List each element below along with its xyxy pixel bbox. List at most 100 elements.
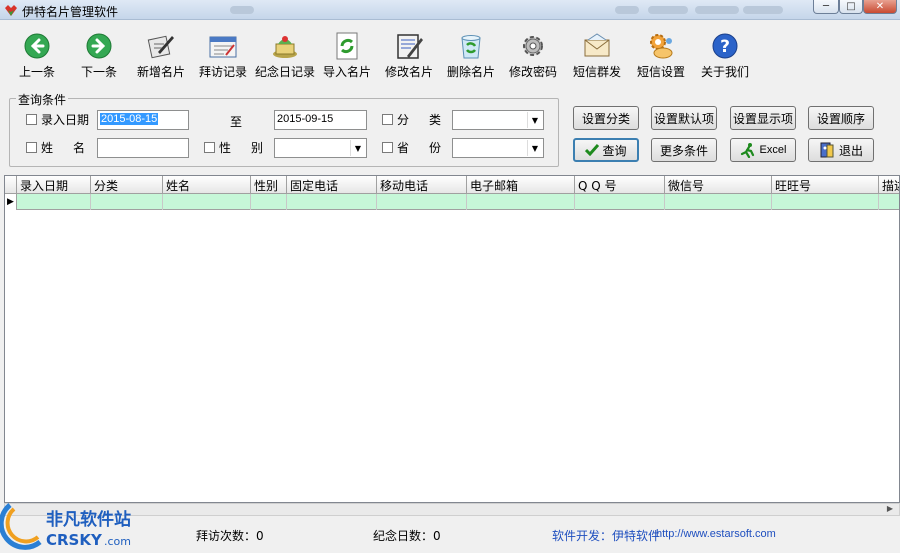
developer-website-link[interactable]: http://www.estarsoft.com — [656, 528, 776, 540]
table-cell[interactable] — [377, 194, 467, 210]
toolbar-label: 下一条 — [80, 65, 117, 79]
category-checkbox[interactable] — [382, 114, 393, 125]
import-card-button[interactable]: 导入名片 — [316, 31, 378, 83]
anniversary-icon — [269, 31, 301, 61]
gender-label-part: 性 — [219, 141, 232, 155]
edit-card-button[interactable]: 修改名片 — [378, 31, 440, 83]
watermark-chinese-text: 非凡软件站 — [46, 509, 131, 530]
set-order-button[interactable]: 设置顺序 — [808, 106, 874, 130]
toolbar-label: 纪念日记录 — [254, 65, 315, 79]
table-cell[interactable] — [575, 194, 665, 210]
gender-select[interactable]: ▼ — [274, 138, 367, 158]
query-button[interactable]: 查询 — [573, 138, 639, 162]
more-conditions-button[interactable]: 更多条件 — [651, 138, 717, 162]
window-title: 伊特名片管理软件 — [22, 5, 119, 19]
scroll-right-icon[interactable]: ▶ — [887, 504, 893, 513]
set-display-button[interactable]: 设置显示项 — [730, 106, 796, 130]
table-cell[interactable] — [287, 194, 377, 210]
excel-export-button[interactable]: Excel — [730, 138, 796, 162]
table-cell[interactable] — [163, 194, 251, 210]
toolbar-label: 修改密码 — [508, 65, 557, 79]
column-header[interactable]: 描述 — [879, 176, 899, 194]
table-cell[interactable] — [772, 194, 879, 210]
sms-settings-button[interactable]: 短信设置 — [630, 31, 692, 83]
toolbar-label: 新增名片 — [136, 65, 185, 79]
chevron-down-icon: ▼ — [527, 112, 542, 128]
sms-settings-icon — [645, 31, 677, 61]
column-header[interactable]: 移动电话 — [377, 176, 467, 194]
table-header: 录入日期 分类 姓名 性别 固定电话 移动电话 电子邮箱 Q Q 号 微信号 旺… — [5, 176, 899, 194]
exit-button[interactable]: 退出 — [808, 138, 874, 162]
toolbar-label: 短信设置 — [636, 65, 685, 79]
date-from-input[interactable]: 2015-08-15 — [97, 110, 189, 130]
bulk-sms-button[interactable]: 短信群发 — [566, 31, 628, 83]
category-label-part: 分 — [397, 113, 410, 127]
running-man-icon — [740, 143, 754, 158]
exit-button-label: 退出 — [838, 143, 863, 158]
blurred-region — [648, 6, 688, 14]
close-button[interactable]: ✕ — [863, 0, 897, 14]
column-header[interactable]: 分类 — [91, 176, 163, 194]
left-arrow-icon — [21, 31, 53, 61]
table-cell[interactable] — [665, 194, 772, 210]
current-row-arrow-icon: ▶ — [5, 194, 17, 210]
about-us-button[interactable]: ? 关于我们 — [694, 31, 756, 83]
visit-count-label: 拜访次数：0 — [196, 529, 264, 543]
checkmark-icon — [585, 144, 600, 156]
name-input[interactable] — [97, 138, 189, 158]
gender-checkbox[interactable] — [204, 142, 215, 153]
table-cell[interactable] — [17, 194, 91, 210]
help-icon: ? — [709, 31, 741, 61]
column-header[interactable]: 性别 — [251, 176, 287, 194]
column-header[interactable]: 微信号 — [665, 176, 772, 194]
blurred-region — [743, 6, 783, 14]
toolbar: 上一条 下一条 新增名片 拜访记录 纪念日记录 导入名片 修改名片 删除名片 修… — [0, 21, 900, 85]
name-checkbox[interactable] — [26, 142, 37, 153]
gear-icon — [517, 31, 549, 61]
visit-record-button[interactable]: 拜访记录 — [192, 31, 254, 83]
column-header[interactable]: Q Q 号 — [575, 176, 665, 194]
change-password-button[interactable]: 修改密码 — [502, 31, 564, 83]
column-header[interactable]: 旺旺号 — [772, 176, 879, 194]
toolbar-label: 短信群发 — [572, 65, 621, 79]
maximize-button[interactable]: □ — [839, 0, 863, 14]
table-cell[interactable] — [91, 194, 163, 210]
category-select[interactable]: ▼ — [452, 110, 544, 130]
blurred-region — [695, 6, 739, 14]
next-record-button[interactable]: 下一条 — [68, 31, 130, 83]
right-arrow-icon — [83, 31, 115, 61]
anniversary-count-label: 纪念日数：0 — [373, 529, 441, 543]
column-header[interactable]: 姓名 — [163, 176, 251, 194]
exit-door-icon — [820, 142, 834, 158]
prev-record-button[interactable]: 上一条 — [6, 31, 68, 83]
delete-card-button[interactable]: 删除名片 — [440, 31, 502, 83]
name-label-part: 姓 — [41, 141, 54, 155]
column-header[interactable]: 电子邮箱 — [467, 176, 575, 194]
date-to-input[interactable]: 2015-09-15 — [274, 110, 367, 130]
column-header[interactable]: 固定电话 — [287, 176, 377, 194]
set-category-button[interactable]: 设置分类 — [573, 106, 639, 130]
watermark-suffix-text: .com — [104, 535, 131, 548]
table-row[interactable]: ▶ — [5, 194, 899, 210]
blurred-region — [615, 6, 639, 14]
app-logo-icon — [5, 5, 17, 16]
entry-date-checkbox[interactable] — [26, 114, 37, 125]
toolbar-label: 删除名片 — [446, 65, 495, 79]
anniversary-record-button[interactable]: 纪念日记录 — [254, 31, 316, 83]
minimize-button[interactable]: ─ — [813, 0, 839, 14]
toolbar-label: 拜访记录 — [198, 65, 247, 79]
table-cell[interactable] — [467, 194, 575, 210]
new-card-icon — [145, 31, 177, 61]
column-header[interactable]: 录入日期 — [17, 176, 91, 194]
svg-text:?: ? — [720, 37, 730, 57]
query-conditions-legend: 查询条件 — [16, 91, 69, 108]
import-icon — [331, 31, 363, 61]
province-checkbox[interactable] — [382, 142, 393, 153]
table-cell[interactable] — [251, 194, 287, 210]
row-header-corner — [5, 176, 17, 194]
province-select[interactable]: ▼ — [452, 138, 544, 158]
set-default-button[interactable]: 设置默认项 — [651, 106, 717, 130]
new-card-button[interactable]: 新增名片 — [130, 31, 192, 83]
visit-record-icon — [207, 31, 239, 61]
cards-table[interactable]: 录入日期 分类 姓名 性别 固定电话 移动电话 电子邮箱 Q Q 号 微信号 旺… — [4, 175, 900, 503]
